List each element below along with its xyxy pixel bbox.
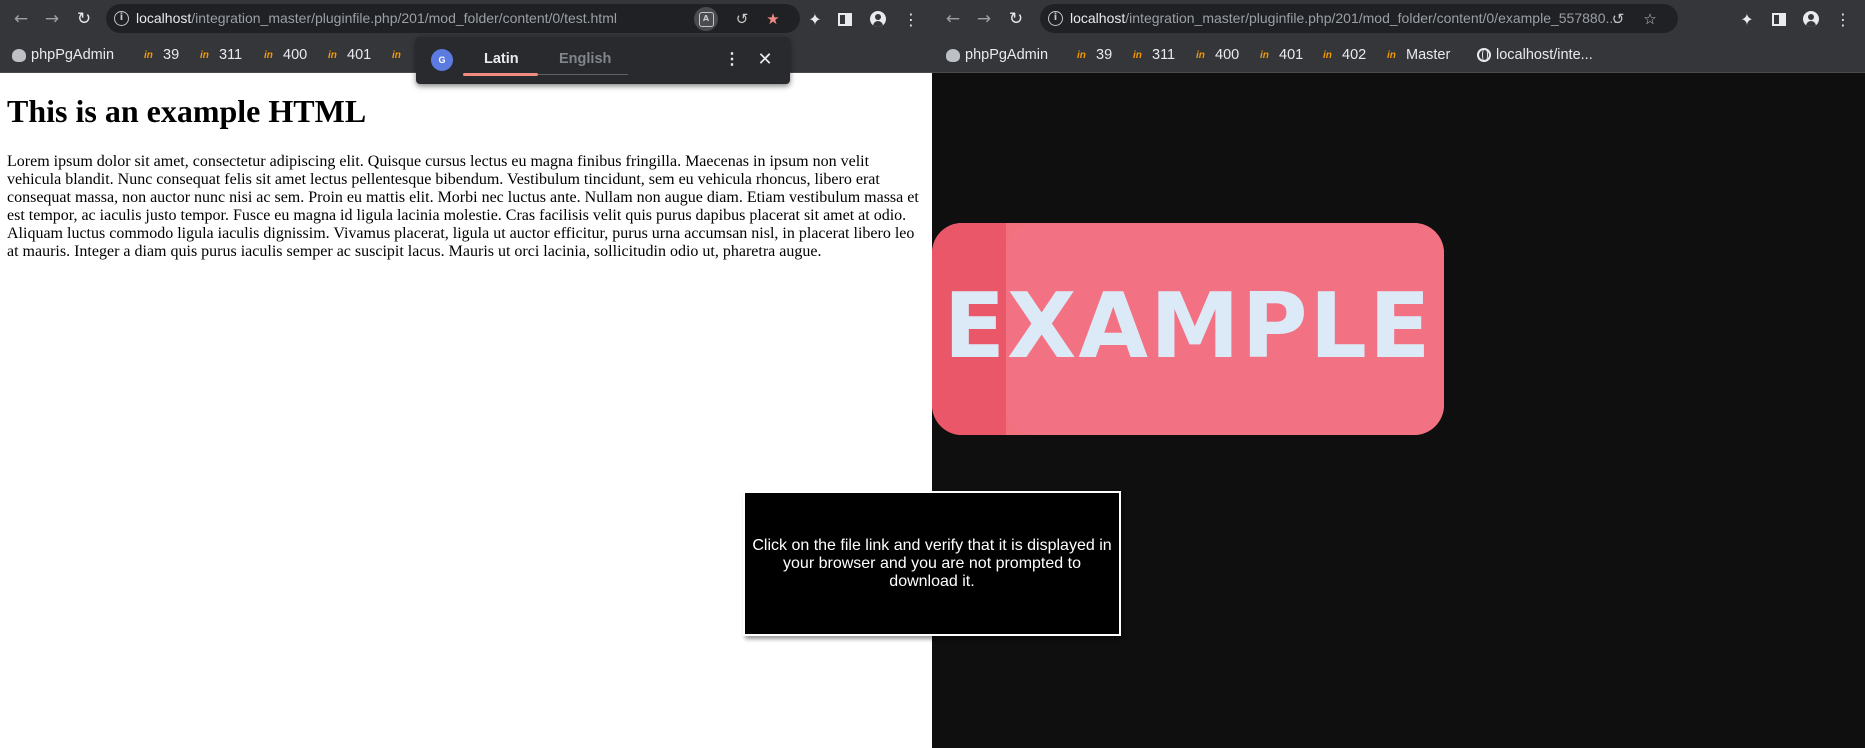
in-icon: in xyxy=(1077,49,1086,61)
info-icon[interactable]: i xyxy=(1048,11,1063,26)
bookmark-400[interactable]: in 400 xyxy=(264,45,307,65)
reload-icon[interactable]: ↻ xyxy=(1003,6,1029,32)
right-url[interactable]: localhost/integration_master/pluginfile.… xyxy=(1070,10,1617,27)
in-icon: in xyxy=(392,49,401,61)
in-icon: in xyxy=(1133,49,1142,61)
left-address-bar[interactable]: i localhost/integration_master/pluginfil… xyxy=(106,4,800,33)
translate-icon[interactable]: A xyxy=(694,7,718,31)
bookmark-phppgadmin[interactable]: phpPgAdmin xyxy=(12,45,114,65)
right-bookmarks-bar: phpPgAdmin in 39 in 311 in 400 in 401 in 402 … xyxy=(932,37,1865,73)
left-page-content: This is an example HTML Lorem ipsum dolo… xyxy=(0,74,932,748)
in-icon: in xyxy=(144,49,153,61)
share-icon[interactable]: ↺ xyxy=(1606,7,1630,31)
bookmark-star-icon[interactable]: ★ xyxy=(761,7,785,31)
example-image-text: EXAMPLE xyxy=(943,274,1433,379)
back-icon[interactable]: ← xyxy=(940,6,966,32)
menu-icon[interactable]: ⋮ xyxy=(1830,6,1856,32)
in-icon: in xyxy=(1260,49,1269,61)
more-options-icon[interactable]: ⋮ xyxy=(722,50,742,70)
bookmark-master[interactable]: in Master xyxy=(1387,45,1450,65)
in-icon: in xyxy=(328,49,337,61)
forward-icon[interactable]: → xyxy=(39,6,65,32)
bookmark-311[interactable]: in 311 xyxy=(200,45,242,65)
bookmark-overflow[interactable]: in xyxy=(392,45,406,65)
bookmark-39[interactable]: in 39 xyxy=(1077,45,1112,65)
left-toolbar: ← → ↻ i localhost/integration_master/plu… xyxy=(0,0,932,37)
bookmark-401[interactable]: in 401 xyxy=(1260,45,1303,65)
in-icon: in xyxy=(200,49,209,61)
info-icon[interactable]: i xyxy=(114,11,129,26)
right-page-content: EXAMPLE xyxy=(932,74,1865,748)
example-image: EXAMPLE xyxy=(932,223,1444,435)
in-icon: in xyxy=(1323,49,1332,61)
elephant-icon xyxy=(12,48,26,62)
menu-icon[interactable]: ⋮ xyxy=(898,6,924,32)
right-toolbar: ← → ↻ i localhost/integration_master/plu… xyxy=(932,0,1865,37)
bookmark-401[interactable]: in 401 xyxy=(328,45,371,65)
translate-popup: G Latin English ⋮ ✕ xyxy=(416,37,790,84)
right-address-bar[interactable]: i localhost/integration_master/pluginfil… xyxy=(1040,4,1678,33)
close-icon[interactable]: ✕ xyxy=(754,49,776,71)
side-panel-icon[interactable] xyxy=(832,6,858,32)
bookmark-39[interactable]: in 39 xyxy=(144,45,179,65)
instruction-text: Click on the file link and verify that i… xyxy=(752,536,1112,590)
bookmark-400[interactable]: in 400 xyxy=(1196,45,1239,65)
reload-icon[interactable]: ↻ xyxy=(71,6,97,32)
extensions-icon[interactable]: ✦ xyxy=(802,6,828,32)
page-heading: This is an example HTML xyxy=(7,93,367,129)
bookmark-star-icon[interactable]: ☆ xyxy=(1638,7,1662,31)
in-icon: in xyxy=(1387,49,1396,61)
bookmark-311[interactable]: in 311 xyxy=(1133,45,1175,65)
left-url[interactable]: localhost/integration_master/pluginfile.… xyxy=(136,10,617,27)
tab-english[interactable]: English xyxy=(559,51,611,67)
bookmark-phppgadmin[interactable]: phpPgAdmin xyxy=(946,45,1048,65)
side-panel-icon[interactable] xyxy=(1766,6,1792,32)
in-icon: in xyxy=(1196,49,1205,61)
back-icon[interactable]: ← xyxy=(8,6,34,32)
elephant-icon xyxy=(946,48,960,62)
profile-icon[interactable] xyxy=(865,6,891,32)
google-translate-icon: G xyxy=(431,49,453,71)
page-paragraph: Lorem ipsum dolor sit amet, consectetur … xyxy=(7,153,919,260)
bookmark-localhost[interactable]: localhost/inte... xyxy=(1477,45,1593,65)
profile-icon[interactable] xyxy=(1798,6,1824,32)
globe-icon xyxy=(1477,48,1491,62)
active-tab-indicator xyxy=(463,73,538,76)
tab-latin[interactable]: Latin xyxy=(484,51,519,67)
tab-track xyxy=(538,74,628,75)
instruction-overlay: Click on the file link and verify that i… xyxy=(743,491,1121,636)
extensions-icon[interactable]: ✦ xyxy=(1734,6,1760,32)
bookmark-402[interactable]: in 402 xyxy=(1323,45,1366,65)
share-icon[interactable]: ↺ xyxy=(730,7,754,31)
in-icon: in xyxy=(264,49,273,61)
forward-icon[interactable]: → xyxy=(971,6,997,32)
